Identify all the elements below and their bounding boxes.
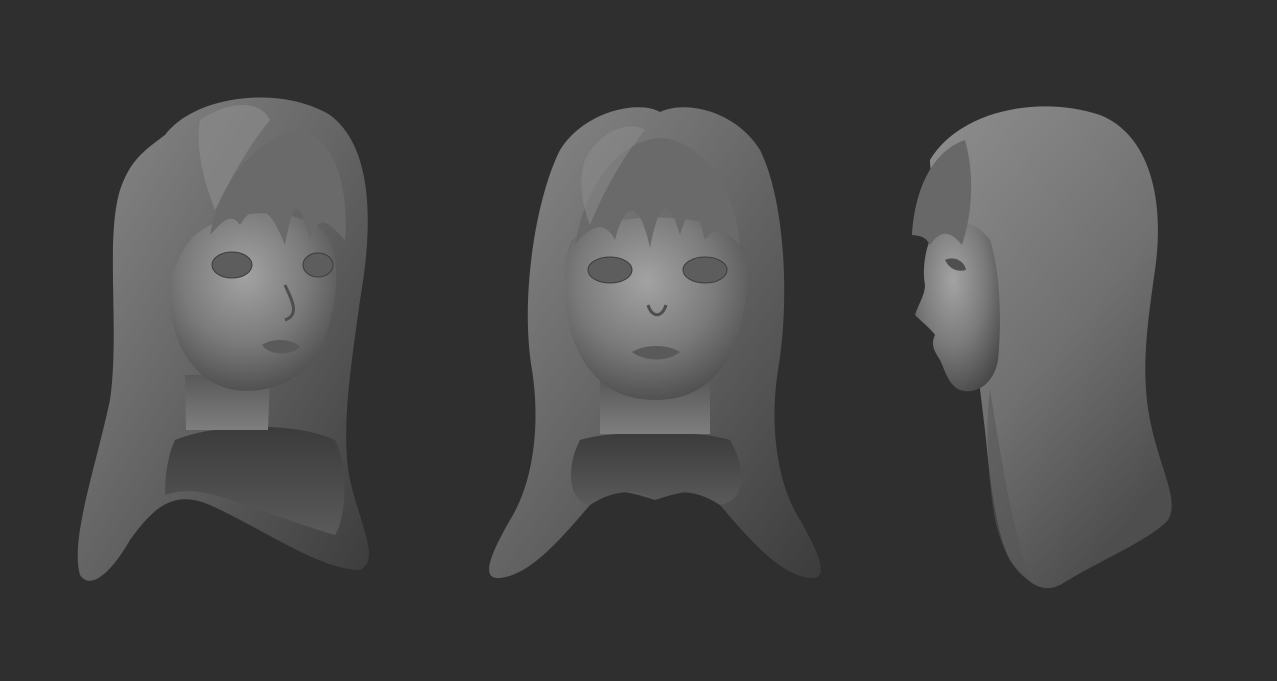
right-eye [302, 252, 334, 278]
face-profile [915, 221, 1000, 392]
sculpt-viewport [0, 0, 1277, 681]
right-eye [682, 256, 728, 284]
left-eye [211, 251, 253, 279]
render-canvas [77, 97, 1172, 589]
three-quarter-view-bust [77, 97, 369, 581]
bangs [912, 140, 972, 245]
front-view-bust [489, 107, 821, 579]
side-view-bust [912, 106, 1172, 589]
shoulders [570, 432, 742, 505]
left-eye [587, 256, 633, 284]
